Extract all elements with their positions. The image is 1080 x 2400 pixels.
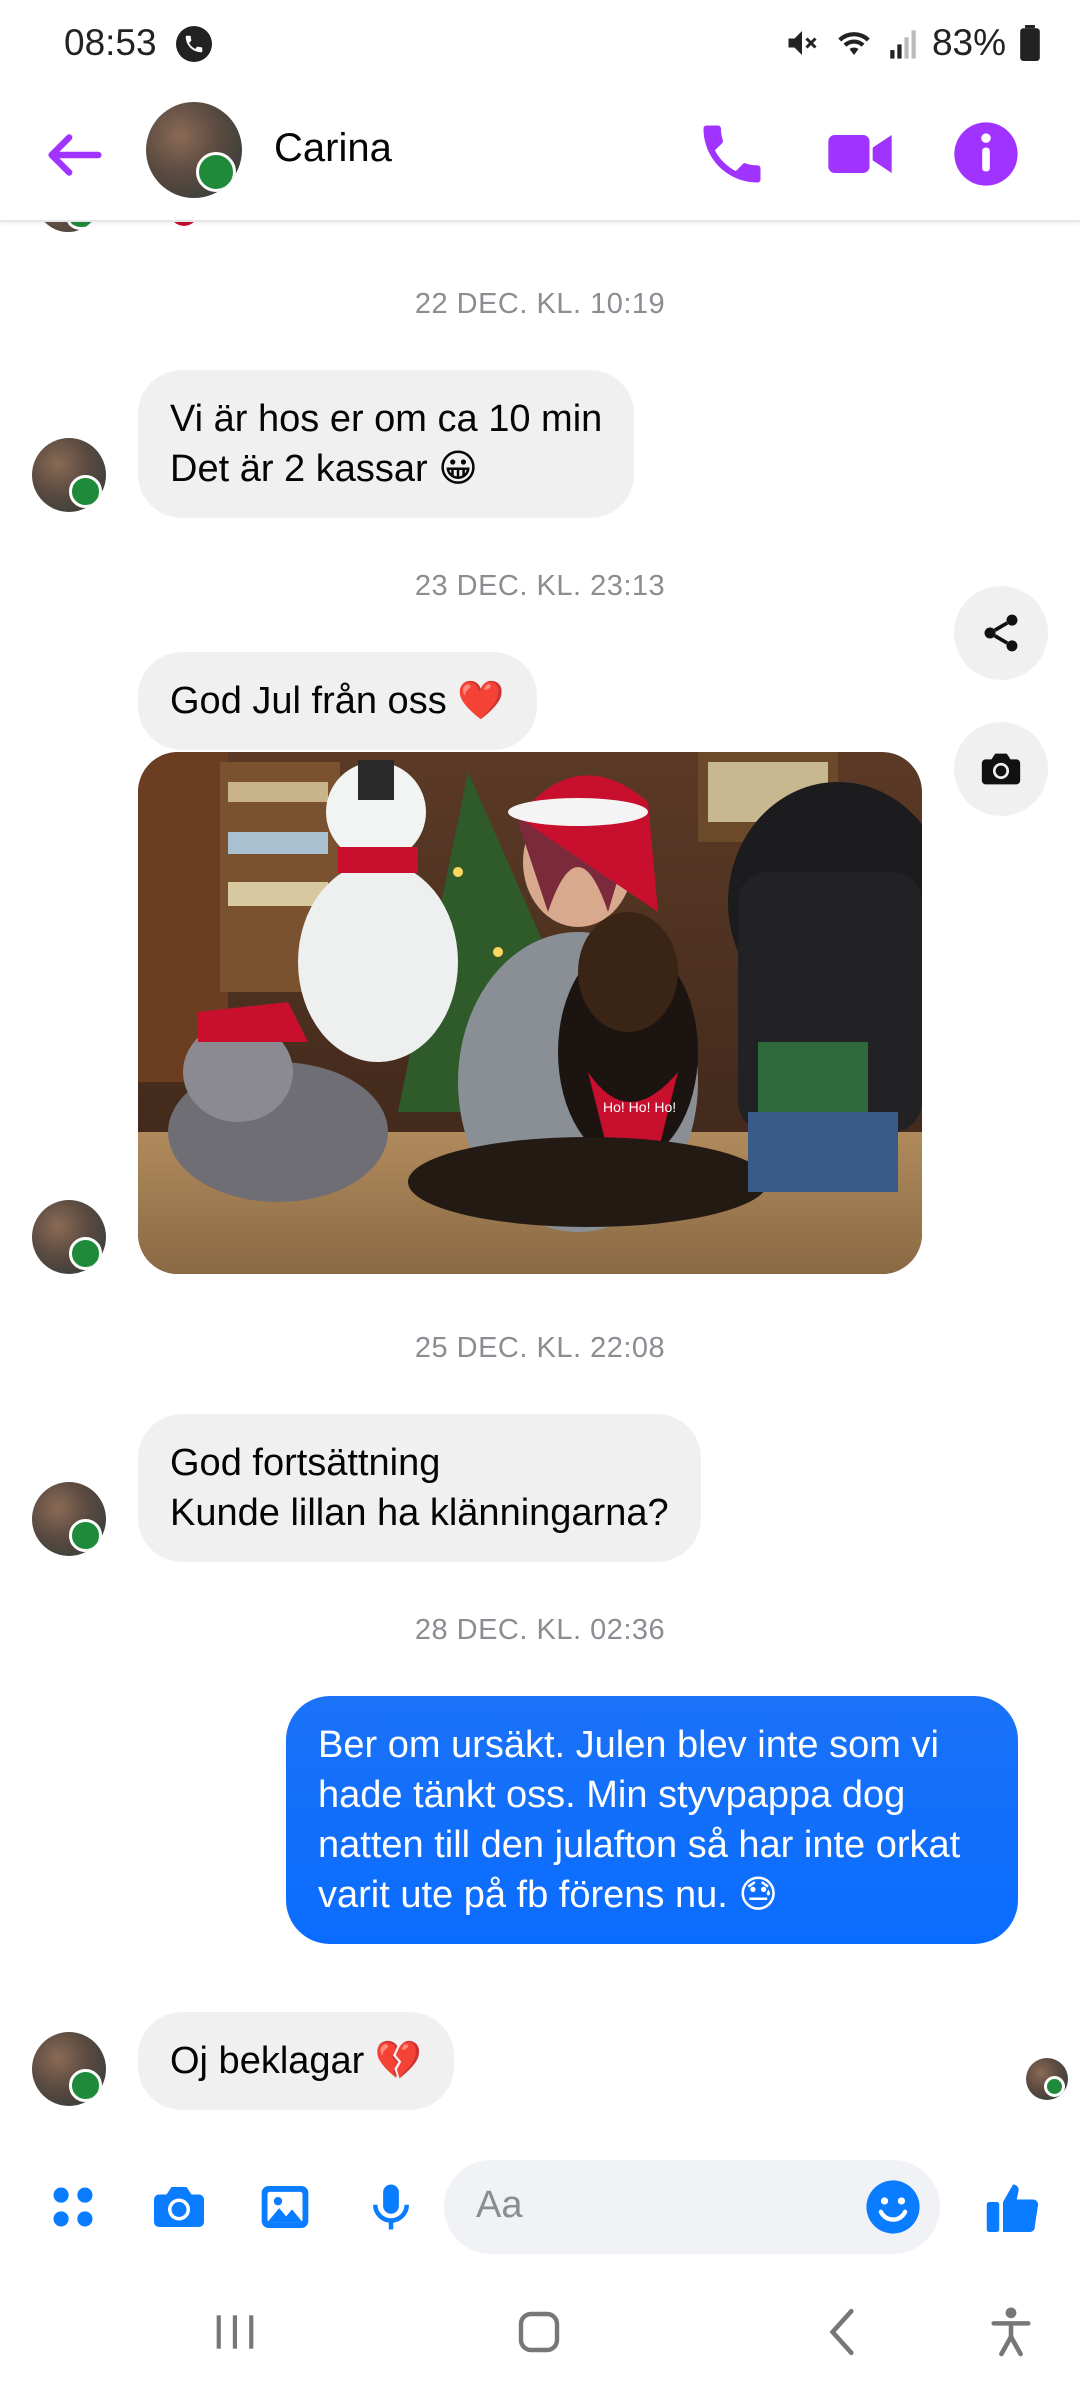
message-text: God fortsättning [170,1442,441,1484]
message-text: Ber om ursäkt. Julen blev inte som vi ha… [318,1724,961,1916]
shared-photo[interactable]: Ho! Ho! Ho! [138,752,922,1274]
wifi-icon [838,32,870,55]
recent-apps-button[interactable] [200,2302,270,2362]
battery-percent: 83% [931,22,1006,63]
timestamp: 23 DEC. KL. 23:13 [414,570,666,602]
accessibility-button[interactable] [976,2302,1046,2362]
status-time: 08:53 [64,22,157,63]
gallery-button[interactable] [252,2174,318,2240]
message-list[interactable]: 22 DEC. KL. 10:19 Vi är hos er om ca 10 … [0,222,1080,2152]
like-button[interactable] [980,2174,1046,2240]
avatar[interactable] [32,2032,106,2106]
message-text: Vi är hos er om ca 10 min [170,398,603,440]
christmas-photo-image: Ho! Ho! Ho! [138,752,922,1274]
voice-call-button[interactable] [694,116,770,192]
call-active-icon [176,26,212,62]
santa-bib-text: Ho! Ho! Ho! [603,1099,676,1115]
camera-icon [981,753,1021,785]
avatar[interactable] [32,1482,106,1556]
video-call-button[interactable] [822,116,898,192]
video-camera-icon [828,135,892,173]
image-icon [261,2186,309,2228]
avatar[interactable] [32,438,106,512]
incoming-message[interactable]: Oj beklagar 💔 [138,2012,455,2110]
conversation-header: Carina [0,88,1080,222]
accessibility-icon [991,2307,1031,2357]
emoji-button[interactable] [864,2178,922,2236]
message-text: Kunde lillan ha klänningarna? [170,1492,669,1534]
info-icon [954,122,1018,186]
home-button[interactable] [504,2302,574,2362]
camera-shortcut-button[interactable] [954,722,1048,816]
contact-avatar[interactable] [146,102,242,198]
incoming-message[interactable]: God fortsättning Kunde lillan ha klännin… [138,1414,701,1562]
arrow-left-icon [48,134,102,176]
back-button[interactable] [40,120,110,190]
signal-icon [890,30,916,59]
voice-message-button[interactable] [358,2174,424,2240]
status-indicators: 83% [784,22,1040,64]
chevron-left-icon [829,2308,854,2356]
timestamp: 22 DEC. KL. 10:19 [414,288,666,320]
avatar[interactable] [32,1200,106,1274]
recent-apps-icon [216,2315,254,2349]
message-text: Oj beklagar 💔 [170,2040,423,2082]
system-navigation-bar [0,2262,1080,2400]
incoming-message[interactable]: Vi är hos er om ca 10 min Det är 2 kassa… [138,370,635,518]
thumbs-up-icon [986,2184,1039,2232]
microphone-icon [373,2184,409,2230]
read-receipt-avatar [1026,2058,1068,2100]
status-bar: 08:53 83% [0,0,1080,88]
apps-button[interactable] [40,2174,106,2240]
heart-reaction-remnant [170,222,198,226]
mute-icon [788,31,817,55]
timestamp: 28 DEC. KL. 02:36 [414,1614,666,1646]
message-text: God Jul från oss ❤️ [170,680,505,722]
back-nav-button[interactable] [808,2302,878,2362]
timestamp: 25 DEC. KL. 22:08 [414,1332,666,1364]
message-composer: Aa [0,2152,1080,2262]
info-button[interactable] [948,116,1024,192]
incoming-message[interactable]: God Jul från oss ❤️ [138,652,537,750]
home-icon [518,2311,560,2353]
avatar [36,222,100,232]
emoji-icon [866,2180,920,2234]
share-icon [984,614,1018,652]
camera-icon [154,2187,204,2227]
share-button[interactable] [954,586,1048,680]
message-text: Det är 2 kassar 😀 [170,448,478,490]
apps-grid-icon [53,2187,93,2227]
message-input-placeholder: Aa [476,2184,523,2226]
phone-icon [703,125,761,183]
battery-icon [1020,25,1040,61]
contact-name[interactable]: Carina [274,126,392,171]
camera-button[interactable] [146,2174,212,2240]
outgoing-message[interactable]: Ber om ursäkt. Julen blev inte som vi ha… [286,1696,1018,1944]
message-input[interactable]: Aa [444,2160,940,2254]
